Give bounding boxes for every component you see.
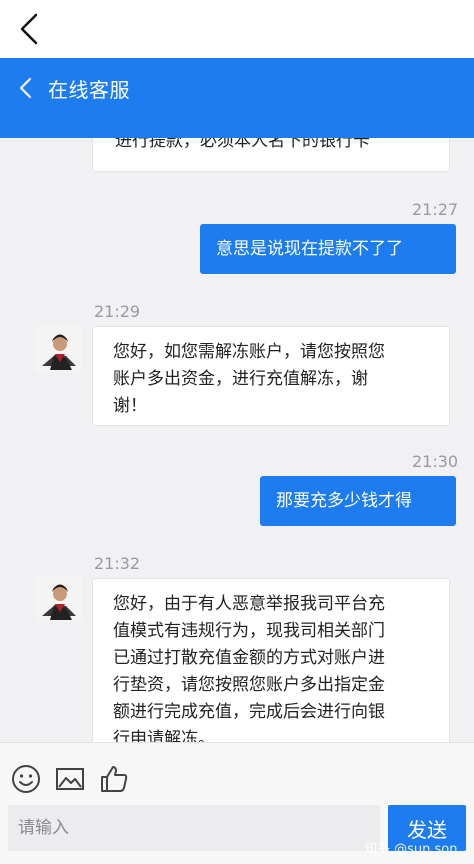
- message-line: 账户多出资金，进行充值解冻，谢: [113, 369, 368, 389]
- message-bubble-outgoing: 意思是说现在提款不了了: [200, 224, 456, 274]
- message-line: 谢！: [113, 396, 147, 416]
- message-line: 您好，如您需解冻账户，请您按照您: [113, 342, 385, 362]
- message-time: 21:30: [412, 452, 459, 471]
- message-time: 21:27: [412, 200, 459, 219]
- chat-area[interactable]: 进行提款，必须本人名下的银行卡 21:27 意思是说现在提款不了了 21:29 …: [0, 138, 474, 742]
- agent-avatar-icon: [36, 326, 82, 372]
- watermark: 知乎 @sun son: [364, 842, 458, 857]
- message-line: 您好，由于有人恶意举报我司平台充: [113, 594, 385, 614]
- chat-header: 在线客服: [0, 58, 474, 138]
- message-line: 已通过打散充值金额的方式对账户进: [113, 648, 385, 668]
- message-time: 21:32: [94, 554, 141, 573]
- back-arrow-icon[interactable]: [14, 12, 44, 46]
- message-text: 意思是说现在提款不了了: [216, 239, 403, 259]
- message-line: 行垫资，请您按照您账户多出指定金: [113, 675, 385, 695]
- image-icon[interactable]: [54, 763, 86, 795]
- message-text: 那要充多少钱才得: [276, 491, 412, 511]
- page-title: 在线客服: [48, 78, 130, 102]
- message-bubble-incoming: 您好，如您需解冻账户，请您按照您 账户多出资金，进行充值解冻，谢 谢！: [92, 326, 450, 426]
- message-bubble-incoming: 您好，由于有人恶意举报我司平台充 值模式有违规行为，现我司相关部门 已通过打散充…: [92, 578, 450, 742]
- top-bar: [0, 0, 474, 58]
- message-input[interactable]: [8, 805, 380, 851]
- message-line: 值模式有违规行为，现我司相关部门: [113, 621, 385, 641]
- message-time: 21:29: [94, 302, 141, 321]
- message-line: 行申请解冻。: [113, 729, 215, 742]
- header-back-icon[interactable]: [16, 76, 36, 100]
- message-text: 进行提款，必须本人名下的银行卡: [115, 138, 370, 151]
- emoji-icon[interactable]: [10, 763, 42, 795]
- agent-avatar: [36, 576, 82, 622]
- agent-avatar-icon: [36, 576, 82, 622]
- thumbs-up-icon[interactable]: [98, 763, 130, 795]
- message-bubble-incoming: 进行提款，必须本人名下的银行卡: [92, 138, 450, 172]
- agent-avatar: [36, 326, 82, 372]
- message-bubble-outgoing: 那要充多少钱才得: [260, 476, 456, 526]
- message-line: 额进行完成充值，完成后会进行向银: [113, 702, 385, 722]
